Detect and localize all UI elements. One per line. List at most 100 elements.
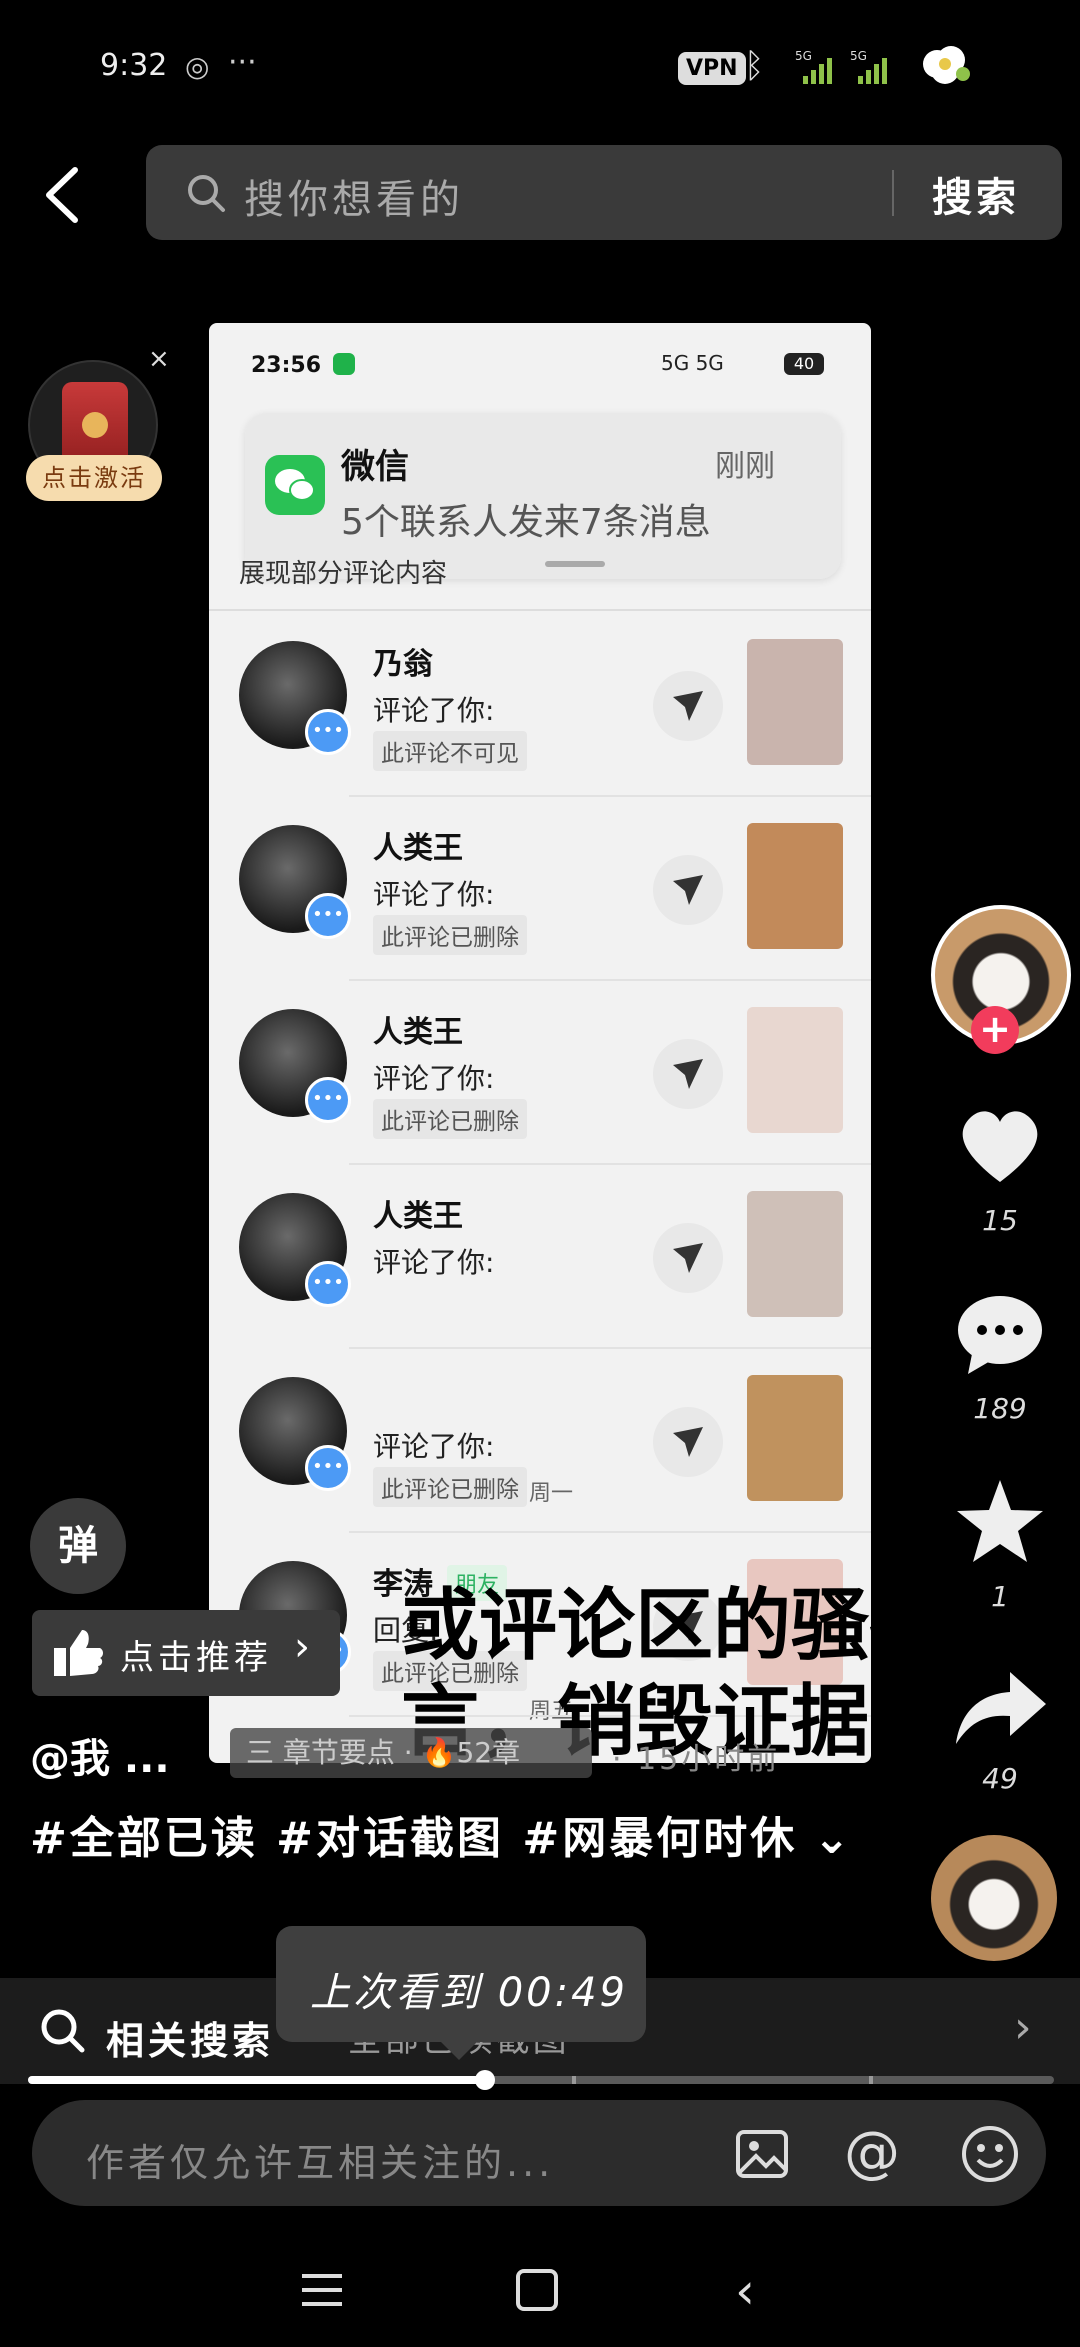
post-thumbnail[interactable] [747, 823, 843, 949]
expand-chevron-icon[interactable]: ⌄ [813, 1806, 853, 1872]
heart-icon [962, 1111, 1038, 1182]
notification-app-name: 微信 [341, 447, 409, 487]
search-icon [41, 2009, 85, 2053]
chevron-right-icon: › [1014, 2002, 1032, 2053]
related-search-label: 相关搜索 [106, 2019, 275, 2063]
search-button[interactable]: 搜索 [932, 165, 1020, 223]
red-envelope-widget[interactable]: 点击激活 [26, 360, 166, 520]
vpn-badge: VPN [678, 52, 746, 85]
activate-label[interactable]: 点击激活 [26, 455, 162, 501]
user-name[interactable]: 人类王 [373, 1007, 463, 1051]
comment-icon [958, 1296, 1042, 1374]
menu-icon[interactable] [300, 2270, 344, 2310]
resume-tooltip[interactable]: 上次看到 00:49 [276, 1926, 646, 2060]
search-bar[interactable]: 搜你想看的 搜索 [146, 145, 1062, 240]
recommend-label: 点击推荐 [120, 1638, 272, 1678]
video-player[interactable]: 23:56 5G 5G 40 微信 刚刚 5个联系人发来7条消息 展现部分评论内… [209, 323, 871, 1763]
reply-button[interactable] [653, 1407, 723, 1477]
comment-input-bar[interactable]: 作者仅允许互相关注的... @ [32, 2100, 1046, 2206]
status-bar: 9:32 ◎ ··· VPN ᛒ 5G 5G [0, 0, 1080, 130]
share-button[interactable] [950, 1662, 1050, 1756]
thumbs-up-icon [54, 1630, 103, 1676]
back-nav-icon[interactable]: ‹ [735, 2262, 755, 2320]
recommend-button[interactable]: 点击推荐 › [32, 1610, 340, 1696]
video-status-time: 23:56 [251, 353, 322, 378]
wechat-icon [265, 455, 325, 515]
reply-button[interactable] [653, 855, 723, 925]
notification-time: 刚刚 [715, 449, 775, 484]
danmaku-button[interactable]: 弹 [30, 1498, 126, 1594]
comment-badge-icon: ••• [305, 1077, 351, 1123]
notification-row[interactable]: ••• 人类王评论了你: [209, 1165, 871, 1349]
search-input[interactable]: 搜你想看的 [244, 167, 464, 225]
reply-button[interactable] [653, 671, 723, 741]
svg-text:5G: 5G [850, 49, 867, 63]
user-name[interactable]: 乃翁 [373, 639, 433, 683]
emoji-icon[interactable] [960, 2124, 1020, 2184]
divider [209, 609, 871, 611]
author-name[interactable]: @我 ... [30, 1726, 170, 1784]
post-thumbnail[interactable] [747, 1191, 843, 1317]
notification-message: 5个联系人发来7条消息 [341, 502, 711, 543]
notification-action: 评论了你: [373, 878, 495, 911]
list-header: 展现部分评论内容 [239, 559, 448, 589]
caption-text: #全部已读 #对话截图 #网暴何时休 [30, 1813, 798, 1864]
close-icon[interactable]: × [148, 344, 170, 374]
notification-action: 评论了你: [373, 1430, 495, 1463]
post-time: · 15小时前 [612, 1742, 781, 1777]
like-count: 15 [982, 1204, 1018, 1237]
notification-row[interactable]: ••• 评论了你: 此评论已删除 周一 [209, 1349, 871, 1533]
image-icon[interactable] [734, 2126, 790, 2182]
search-icon [188, 175, 225, 212]
svg-text:5G: 5G [795, 49, 812, 63]
home-square-icon[interactable] [513, 2266, 561, 2314]
notification-row[interactable]: ••• 人类王评论了你: 此评论已删除 [209, 981, 871, 1165]
user-name[interactable]: 人类王 [373, 1191, 463, 1235]
notification-action: 评论了你: [373, 1062, 495, 1095]
reply-button[interactable] [653, 1039, 723, 1109]
comment-badge-icon: ••• [305, 1261, 351, 1307]
share-count: 49 [982, 1762, 1018, 1795]
battery-icon [923, 46, 970, 84]
comment-count: 189 [973, 1392, 1027, 1425]
post-thumbnail[interactable] [747, 639, 843, 765]
chapter-tick [869, 2076, 874, 2084]
comment-badge-icon: ••• [305, 709, 351, 755]
progress-fill [28, 2076, 485, 2084]
favorite-button[interactable] [950, 1476, 1050, 1570]
notification-row[interactable]: ••• 乃翁 评论了你: 此评论不可见 [209, 613, 871, 797]
notification-date: 周一 [529, 1481, 574, 1506]
status-time: 9:32 [100, 48, 168, 83]
notification-action: 评论了你: [373, 1246, 495, 1279]
envelope-seal [82, 412, 108, 438]
comment-button[interactable] [950, 1288, 1050, 1382]
send-icon [673, 1059, 703, 1089]
music-disc[interactable] [931, 1835, 1057, 1961]
notification-row[interactable]: ••• 人类王评论了你: 此评论已删除 [209, 797, 871, 981]
wechat-small-icon [333, 353, 355, 375]
comment-quote: 此评论已删除 [373, 1099, 527, 1139]
like-button[interactable] [950, 1100, 1050, 1194]
follow-button[interactable]: + [971, 1006, 1019, 1054]
comment-input[interactable]: 作者仅允许互相关注的... [86, 2132, 554, 2187]
reply-button[interactable] [653, 1223, 723, 1293]
tooltip-arrow [441, 2042, 477, 2060]
back-button[interactable] [35, 150, 95, 240]
comment-quote: 此评论不可见 [373, 731, 527, 771]
chapter-tick [571, 2076, 576, 2084]
comment-quote: 此评论已删除 [373, 915, 527, 955]
bluetooth-icon: ᛒ [744, 46, 765, 86]
star-icon [957, 1480, 1043, 1562]
at-mention-icon[interactable]: @ [844, 2120, 900, 2185]
send-icon [673, 1243, 703, 1273]
post-thumbnail[interactable] [747, 1375, 843, 1501]
chevron-right-icon: › [294, 1624, 310, 1670]
user-name[interactable]: 人类王 [373, 823, 463, 867]
comment-badge-icon: ••• [305, 893, 351, 939]
post-thumbnail[interactable] [747, 1007, 843, 1133]
progress-thumb[interactable] [474, 2070, 495, 2090]
notification-icon: ◎ [185, 50, 210, 83]
back-arrow-icon [46, 167, 78, 223]
chapter-badge[interactable]: 三 章节要点 · 🔥52章 [230, 1728, 592, 1778]
system-nav-bar: ‹ [0, 2230, 1080, 2347]
